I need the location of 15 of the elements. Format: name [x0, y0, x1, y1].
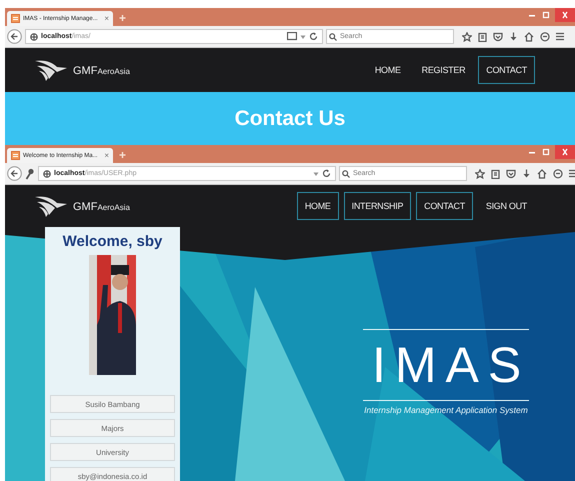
brand-name: GMFAeroAsia [73, 64, 130, 79]
hero-title: IMAS [363, 329, 529, 401]
nav-link[interactable]: CONTACT [478, 56, 535, 84]
nav-link[interactable]: INTERNSHIP [344, 192, 412, 220]
nav-link[interactable]: HOME [296, 192, 339, 220]
nav-link[interactable]: HOME [366, 56, 409, 84]
welcome-heading: Welcome, sby [62, 233, 162, 250]
nav-link[interactable]: REGISTER [414, 56, 474, 84]
close-tab-button[interactable]: × [104, 14, 109, 23]
brand-name: GMFAeroAsia [73, 200, 130, 215]
hero-subtitle: Internship Management Application System [364, 405, 528, 415]
page-title: Contact Us [234, 106, 346, 130]
nav-link[interactable]: CONTACT [416, 192, 473, 220]
nav-link[interactable]: SIGN OUT [478, 192, 535, 220]
close-tab-button[interactable]: × [104, 151, 109, 160]
